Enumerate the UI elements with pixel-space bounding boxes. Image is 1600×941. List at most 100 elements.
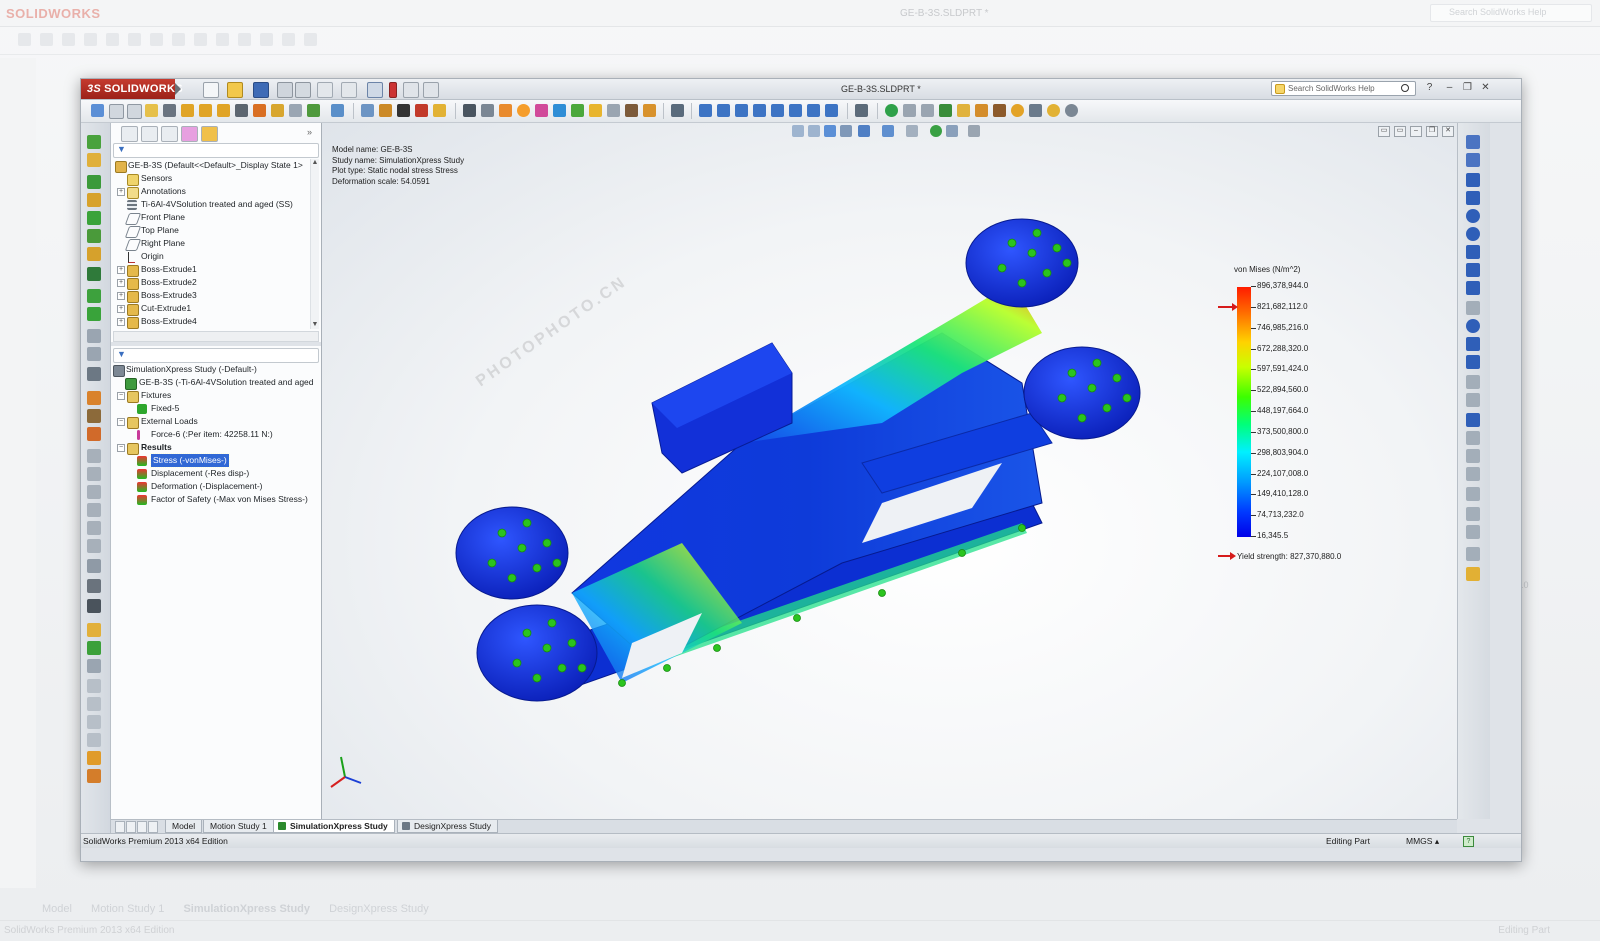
solidworks-logo[interactable]: 3S SOLIDWORKS (81, 79, 183, 99)
toolbar-tool-icon[interactable] (1011, 104, 1024, 117)
save-icon[interactable] (253, 82, 269, 98)
feature-tool-icon[interactable] (87, 751, 101, 765)
feature-tool-icon[interactable] (87, 175, 101, 189)
toolbar-tool-icon[interactable] (163, 104, 176, 117)
select-pointer-icon[interactable] (367, 82, 383, 98)
toolbar-tool-icon[interactable] (939, 104, 952, 117)
toolbar-tool-icon[interactable] (109, 104, 124, 119)
toolbar-tool-icon[interactable] (553, 104, 566, 117)
toolbar-tool-icon[interactable] (433, 104, 446, 117)
file-properties-icon[interactable] (403, 82, 419, 98)
toolbar-tool-icon[interactable] (199, 104, 212, 117)
toolbar-tool-icon[interactable] (181, 104, 194, 117)
feature-tool-icon[interactable] (87, 679, 101, 693)
configuration-manager-tab-icon[interactable] (161, 126, 178, 142)
toolbar-tool-icon[interactable] (331, 104, 344, 117)
menu-flyout-arrow-icon[interactable] (175, 83, 181, 95)
expand-toggle-icon[interactable]: + (117, 305, 125, 313)
panel-splitter[interactable] (111, 342, 321, 346)
restore-button[interactable]: ❐ (1461, 82, 1474, 94)
quick-tips-help-icon[interactable]: ? (1463, 836, 1474, 847)
toolbar-tool-icon[interactable] (993, 104, 1006, 117)
tab-scroll-first-icon[interactable] (115, 821, 125, 833)
pattern-tool-icon[interactable] (87, 267, 101, 281)
toolbar-tool-icon[interactable] (643, 104, 656, 117)
feature-tool-icon[interactable] (87, 623, 101, 637)
text-tool-icon[interactable] (1466, 355, 1480, 369)
toolbar-tool-icon[interactable] (307, 104, 320, 117)
new-document-icon[interactable] (203, 82, 219, 98)
view-orientation-icon[interactable] (753, 104, 766, 117)
centerline-tool-icon[interactable] (1466, 337, 1480, 351)
feature-tool-icon[interactable] (87, 449, 101, 463)
feature-tool-icon[interactable] (87, 539, 101, 553)
toolbar-tool-icon[interactable] (1047, 104, 1060, 117)
feature-tree-tab-icon[interactable] (121, 126, 138, 142)
toolbar-tool-icon[interactable] (535, 104, 548, 117)
tab-motion-study[interactable]: Motion Study 1 (203, 820, 274, 833)
expand-toggle-icon[interactable]: − (117, 418, 125, 426)
sketch-picture-icon[interactable] (1466, 525, 1480, 539)
point-tool-icon[interactable] (1466, 319, 1480, 333)
property-manager-tab-icon[interactable] (141, 126, 158, 142)
toolbar-tool-icon[interactable] (975, 104, 988, 117)
minimize-button[interactable]: – (1443, 82, 1456, 94)
toolbar-tool-icon[interactable] (145, 104, 158, 117)
expand-toggle-icon[interactable]: − (117, 392, 125, 400)
fillet-tool-icon[interactable] (1466, 301, 1480, 315)
dimxpert-tab-icon[interactable] (181, 126, 198, 142)
scroll-up-icon[interactable]: ▲ (311, 159, 319, 167)
redo-icon[interactable] (341, 82, 357, 98)
repair-tool-icon[interactable] (1466, 507, 1480, 521)
feature-tool-icon[interactable] (87, 193, 101, 207)
toolbar-tool-icon[interactable] (625, 104, 638, 117)
view-orientation-icon[interactable] (771, 104, 784, 117)
arc-tool-icon[interactable] (1466, 245, 1480, 259)
toolbar-tool-icon[interactable] (289, 104, 302, 117)
search-icon[interactable] (1401, 84, 1409, 92)
feature-tool-icon[interactable] (87, 229, 101, 243)
feature-tree-horizontal-scrollbar[interactable] (113, 331, 319, 342)
view-orientation-icon[interactable] (807, 104, 820, 117)
feature-tree-filter-input[interactable]: ▼ (113, 143, 319, 158)
expand-toggle-icon[interactable]: + (117, 266, 125, 274)
sketch-tool-icon[interactable] (1466, 153, 1480, 167)
sketch-line-icon[interactable] (1466, 135, 1480, 149)
view-options-icon[interactable] (423, 82, 439, 98)
feature-tool-icon[interactable] (87, 485, 101, 499)
expand-toggle-icon[interactable]: − (117, 444, 125, 452)
toolbar-tool-icon[interactable] (499, 104, 512, 117)
display-manager-tab-icon[interactable] (201, 126, 218, 142)
appearance-icon[interactable] (885, 104, 898, 117)
toolbar-tool-icon[interactable] (1029, 104, 1042, 117)
feature-tool-icon[interactable] (87, 467, 101, 481)
toolbar-tool-icon[interactable] (957, 104, 970, 117)
feature-tool-icon[interactable] (87, 427, 101, 441)
undo-icon[interactable] (317, 82, 333, 98)
feature-tool-icon[interactable] (87, 347, 101, 361)
slot-tool-icon[interactable] (1466, 209, 1480, 223)
pattern-tool-icon[interactable] (1466, 467, 1480, 481)
tab-model[interactable]: Model (165, 820, 203, 833)
trim-tool-icon[interactable] (1466, 375, 1480, 389)
expand-toggle-icon[interactable]: + (117, 188, 125, 196)
polygon-tool-icon[interactable] (1466, 281, 1480, 295)
sum-icon[interactable] (235, 104, 248, 117)
rapid-sketch-icon[interactable] (1466, 567, 1480, 581)
toolbar-tool-icon[interactable] (481, 104, 494, 117)
toolbar-tool-icon[interactable] (379, 104, 392, 117)
feature-tree-scrollbar[interactable]: ▲ ▼ (310, 159, 319, 329)
toolbar-tool-icon[interactable] (415, 104, 428, 117)
extend-tool-icon[interactable] (1466, 393, 1480, 407)
toolbar-tool-icon[interactable] (903, 104, 916, 117)
sketch-tool-icon[interactable] (87, 135, 101, 149)
expand-toggle-icon[interactable]: + (117, 318, 125, 326)
toolbar-tool-icon[interactable] (463, 104, 476, 117)
close-button[interactable]: ✕ (1479, 82, 1492, 94)
toolbar-tool-icon[interactable] (921, 104, 934, 117)
rebuild-icon[interactable] (389, 82, 397, 98)
toolbar-tool-icon[interactable] (253, 104, 266, 117)
view-orientation-icon[interactable] (825, 104, 838, 117)
mirror-tool-icon[interactable] (1466, 431, 1480, 445)
open-folder-icon[interactable] (227, 82, 243, 98)
